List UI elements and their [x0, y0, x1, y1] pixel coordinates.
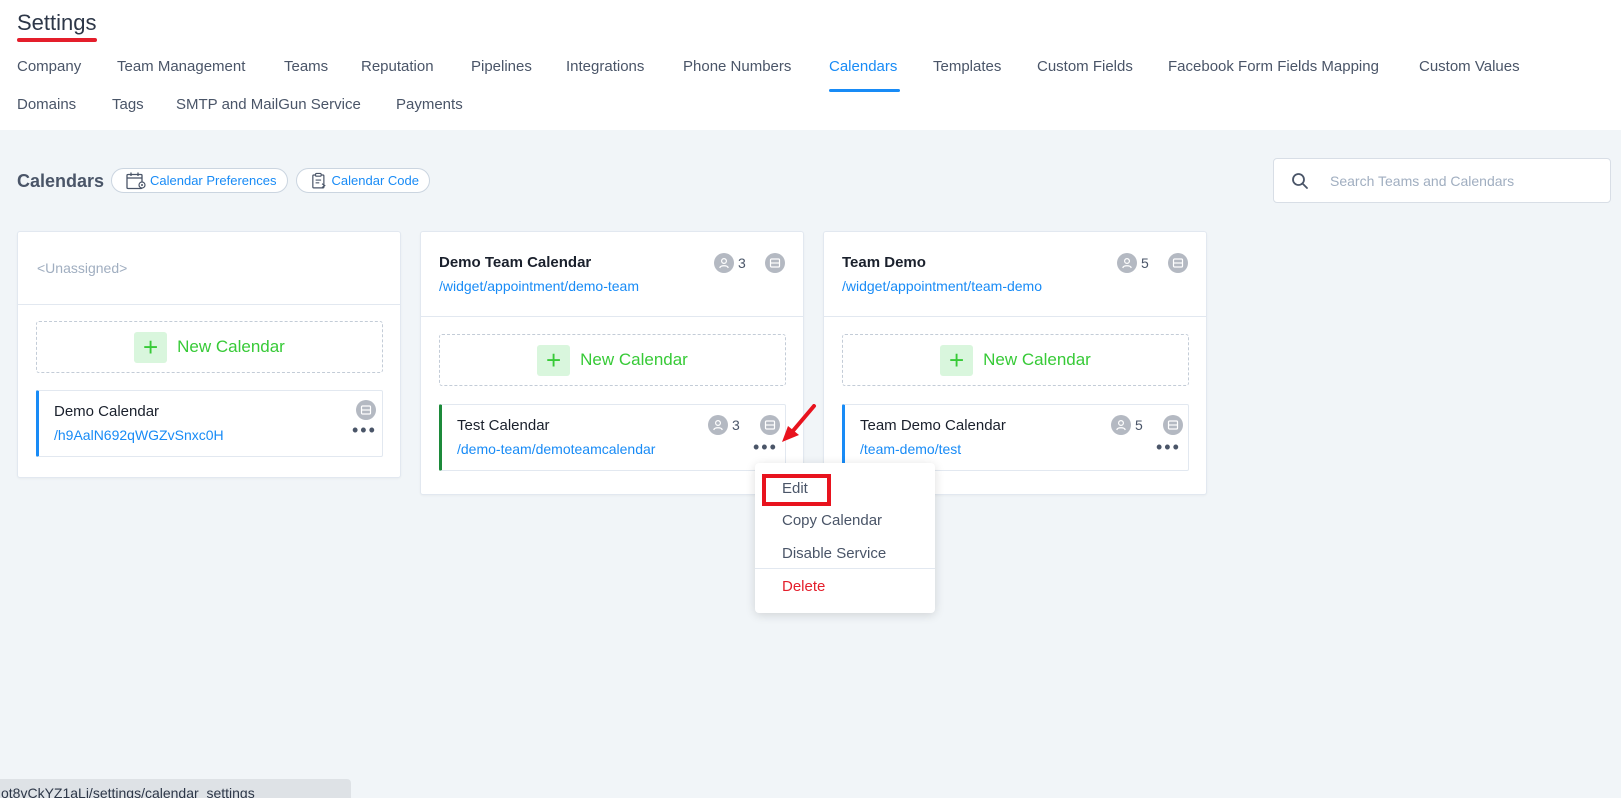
- tab-reputation[interactable]: Reputation: [361, 58, 434, 75]
- search-input[interactable]: [1330, 159, 1600, 202]
- tab-team-management[interactable]: Team Management: [117, 58, 245, 75]
- calendar-name: Demo Calendar: [54, 403, 160, 420]
- edit-highlight-box: [762, 474, 831, 506]
- member-count: 5: [1135, 417, 1143, 433]
- settings-header: Settings Company Team Management Teams R…: [0, 0, 1621, 130]
- unassigned-column: <Unassigned> + New Calendar Demo Calenda…: [17, 231, 401, 478]
- menu-divider: [755, 568, 935, 569]
- tab-pipelines[interactable]: Pipelines: [471, 58, 532, 75]
- column-header: Team Demo /widget/appointment/team-demo …: [824, 232, 1206, 317]
- calendar-card[interactable]: Test Calendar /demo-team/demoteamcalenda…: [439, 404, 786, 471]
- calendar-link[interactable]: /demo-team/demoteamcalendar: [457, 441, 655, 457]
- member-count: 3: [738, 255, 746, 271]
- team-settings-icon[interactable]: [765, 253, 785, 273]
- calendar-card[interactable]: Demo Calendar /h9AalN692qWGZvSnxc0H •••: [36, 390, 383, 457]
- column-header: <Unassigned>: [18, 232, 400, 305]
- member-count: 3: [732, 417, 740, 433]
- column-header: Demo Team Calendar /widget/appointment/d…: [421, 232, 803, 317]
- menu-item-copy-calendar[interactable]: Copy Calendar: [782, 512, 882, 529]
- new-calendar-label: New Calendar: [983, 350, 1091, 369]
- tab-custom-values[interactable]: Custom Values: [1419, 58, 1520, 75]
- more-options-icon[interactable]: •••: [1156, 438, 1181, 456]
- tab-tags[interactable]: Tags: [112, 96, 144, 113]
- calendar-settings-icon: [126, 172, 146, 189]
- menu-item-delete[interactable]: Delete: [782, 578, 825, 595]
- plus-icon: +: [537, 344, 571, 376]
- tab-integrations[interactable]: Integrations: [566, 58, 644, 75]
- member-count: 5: [1141, 255, 1149, 271]
- unassigned-title: <Unassigned>: [37, 260, 128, 276]
- calendar-code-label: Calendar Code: [331, 173, 419, 188]
- calendar-name: Team Demo Calendar: [860, 417, 1006, 434]
- active-tab-indicator: [829, 89, 900, 92]
- team-title: Team Demo: [842, 254, 926, 271]
- new-calendar-label: New Calendar: [177, 337, 285, 356]
- user-icon: [1117, 253, 1137, 273]
- calendar-link[interactable]: /team-demo/test: [860, 441, 961, 457]
- calendars-section-title: Calendars: [17, 171, 105, 191]
- search-box: [1273, 158, 1611, 203]
- tab-smtp-mailgun[interactable]: SMTP and MailGun Service: [176, 96, 361, 113]
- user-icon: [708, 415, 728, 435]
- search-icon: [1292, 173, 1308, 189]
- new-calendar-label: New Calendar: [580, 350, 688, 369]
- calendar-settings-icon[interactable]: [760, 415, 780, 435]
- team-title: Demo Team Calendar: [439, 254, 592, 271]
- team-column-team-demo: Team Demo /widget/appointment/team-demo …: [823, 231, 1207, 495]
- user-icon: [714, 253, 734, 273]
- team-link[interactable]: /widget/appointment/demo-team: [439, 278, 639, 294]
- more-options-icon[interactable]: •••: [753, 438, 778, 456]
- tab-templates[interactable]: Templates: [933, 58, 1001, 75]
- tab-teams[interactable]: Teams: [284, 58, 328, 75]
- tab-domains[interactable]: Domains: [17, 96, 76, 113]
- tab-calendars[interactable]: Calendars: [829, 58, 897, 75]
- menu-item-disable-service[interactable]: Disable Service: [782, 545, 886, 562]
- tab-payments[interactable]: Payments: [396, 96, 463, 113]
- red-arrow-icon: [782, 404, 816, 442]
- calendar-preferences-button[interactable]: Calendar Preferences: [111, 168, 288, 193]
- user-icon: [1111, 415, 1131, 435]
- team-column-demo-team-calendar: Demo Team Calendar /widget/appointment/d…: [420, 231, 804, 495]
- plus-icon: +: [134, 331, 168, 363]
- team-link[interactable]: /widget/appointment/team-demo: [842, 278, 1042, 294]
- team-settings-icon[interactable]: [1168, 253, 1188, 273]
- calendar-code-icon: [312, 172, 326, 188]
- new-calendar-button[interactable]: + New Calendar: [842, 334, 1189, 386]
- title-annotation-underline: [17, 38, 97, 42]
- calendar-card[interactable]: Team Demo Calendar /team-demo/test 5 •••: [842, 404, 1189, 471]
- calendar-settings-icon[interactable]: [1163, 415, 1183, 435]
- calendar-code-button[interactable]: Calendar Code: [296, 168, 430, 193]
- calendar-settings-icon[interactable]: [356, 400, 376, 420]
- status-bar-url: ot8vCkYZ1aLj/settings/calendar_settings: [0, 779, 351, 798]
- new-calendar-button[interactable]: + New Calendar: [439, 334, 786, 386]
- tab-custom-fields[interactable]: Custom Fields: [1037, 58, 1133, 75]
- calendar-preferences-label: Calendar Preferences: [150, 173, 277, 188]
- new-calendar-button[interactable]: + New Calendar: [36, 321, 383, 373]
- more-options-icon[interactable]: •••: [352, 421, 377, 439]
- tab-company[interactable]: Company: [17, 58, 81, 75]
- page-title: Settings: [17, 10, 97, 35]
- calendar-link[interactable]: /h9AalN692qWGZvSnxc0H: [54, 427, 224, 443]
- calendar-name: Test Calendar: [457, 417, 550, 434]
- plus-icon: +: [940, 344, 974, 376]
- tab-facebook-form-fields-mapping[interactable]: Facebook Form Fields Mapping: [1168, 58, 1379, 75]
- tab-phone-numbers[interactable]: Phone Numbers: [683, 58, 791, 75]
